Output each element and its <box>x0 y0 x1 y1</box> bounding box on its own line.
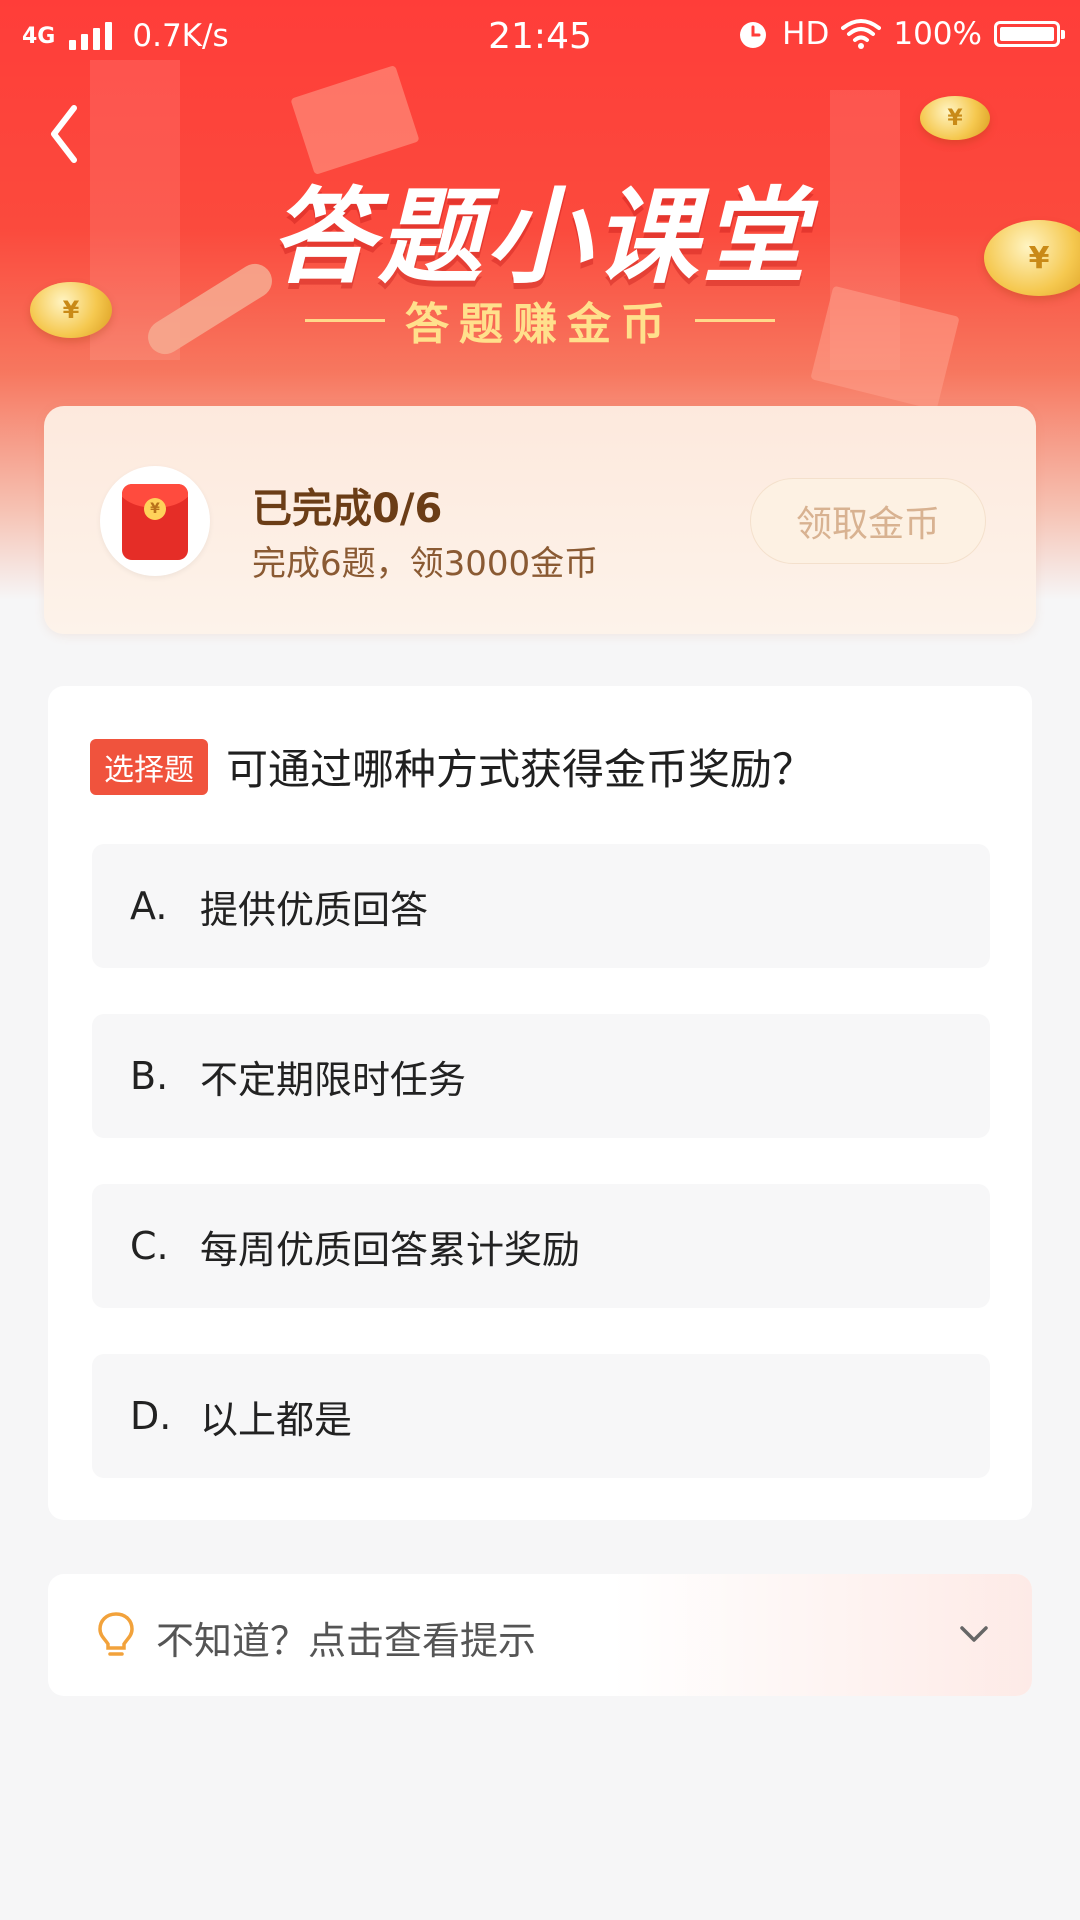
yuan-seal: ¥ <box>144 498 166 520</box>
progress-title: 已完成0/6 <box>252 486 443 532</box>
battery-percent: 100% <box>893 16 982 52</box>
red-envelope-icon: ¥ <box>122 484 188 560</box>
hint-text: 不知道？点击查看提示 <box>156 1619 537 1663</box>
page-title: 答题小课堂 <box>269 176 810 298</box>
option-text: 不定期限时任务 <box>200 1057 467 1102</box>
option-letter: C. <box>130 1224 169 1268</box>
question-card: 选择题 可通过哪种方式获得金币奖励？ A. 提供优质回答 B. 不定期限时任务 … <box>48 686 1032 1520</box>
hd-indicator: HD <box>782 16 830 52</box>
option-text: 以上都是 <box>200 1397 353 1442</box>
claim-coins-button[interactable]: 领取金币 <box>750 478 986 564</box>
battery-icon <box>994 21 1065 47</box>
page-subtitle: 答题赚金币 <box>405 299 675 350</box>
subtitle-divider <box>695 318 775 322</box>
option-letter: A. <box>130 884 168 928</box>
lightbulb-icon <box>98 1612 134 1656</box>
reward-avatar: ¥ <box>100 466 210 576</box>
question-header: 选择题 可通过哪种方式获得金币奖励？ <box>90 736 814 797</box>
chevron-down-icon[interactable] <box>954 1614 994 1654</box>
alarm-icon <box>740 22 767 48</box>
subtitle-divider <box>305 318 385 322</box>
option-c[interactable]: C. 每周优质回答累计奖励 <box>92 1184 990 1308</box>
option-b[interactable]: B. 不定期限时任务 <box>92 1014 990 1138</box>
wifi-icon <box>841 19 882 49</box>
subtitle-row: 答题赚金币 <box>0 288 1080 352</box>
option-letter: D. <box>130 1394 172 1438</box>
progress-card: ¥ 已完成0/6 完成6题，领3000金币 领取金币 <box>44 406 1036 634</box>
coin-icon: ¥ <box>920 96 990 140</box>
question-type-badge: 选择题 <box>90 738 208 795</box>
option-a[interactable]: A. 提供优质回答 <box>92 844 990 968</box>
option-letter: B. <box>130 1054 169 1098</box>
hint-bar[interactable]: 不知道？点击查看提示 <box>48 1574 1032 1696</box>
option-text: 每周优质回答累计奖励 <box>200 1227 581 1272</box>
option-text: 提供优质回答 <box>200 887 429 932</box>
option-d[interactable]: D. 以上都是 <box>92 1354 990 1478</box>
status-bar: 4G 0.7K/s 21:45 HD 100% <box>0 0 1080 76</box>
question-text: 可通过哪种方式获得金币奖励？ <box>226 745 815 794</box>
progress-description: 完成6题，领3000金币 <box>252 544 599 584</box>
